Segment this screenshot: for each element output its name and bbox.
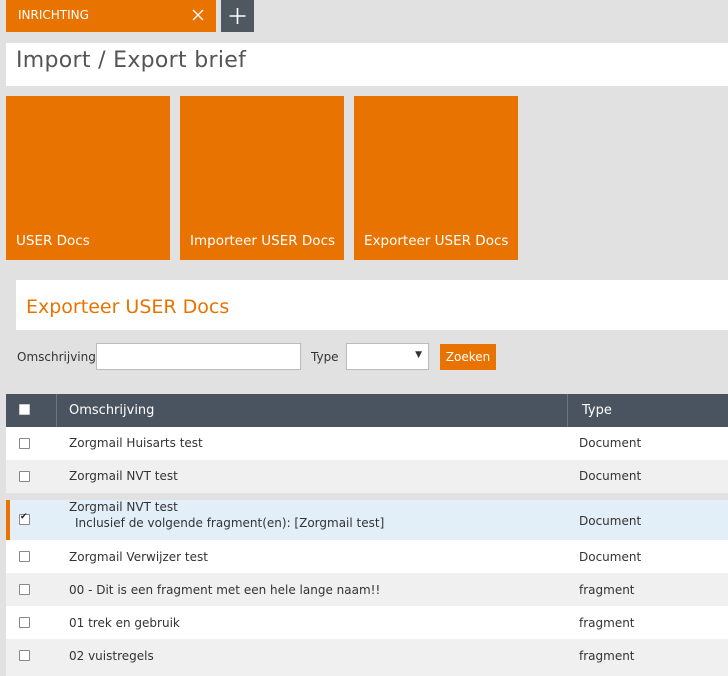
tab-inrichting[interactable]: INRICHTING bbox=[6, 0, 216, 32]
chevron-down-icon: ▼ bbox=[415, 350, 422, 360]
row-checkbox-checked[interactable] bbox=[19, 512, 30, 525]
tile-importeer-user-docs[interactable]: Importeer USER Docs bbox=[180, 96, 344, 260]
row-omschrijving: Zorgmail Huisarts test bbox=[69, 436, 203, 450]
select-all-checkbox[interactable] bbox=[19, 404, 30, 415]
tile-label: Exporteer USER Docs bbox=[364, 233, 509, 249]
row-type: fragment bbox=[579, 583, 635, 597]
row-type: Document bbox=[579, 550, 642, 564]
row-checkbox[interactable] bbox=[19, 584, 30, 595]
header-omschrijving[interactable]: Omschrijving bbox=[58, 394, 568, 427]
type-select[interactable]: ▼ bbox=[346, 343, 429, 370]
page-title: Import / Export brief bbox=[16, 48, 247, 73]
table-row-selected[interactable]: Zorgmail NVT test Inclusief de volgende … bbox=[6, 500, 728, 540]
tab-label: INRICHTING bbox=[18, 8, 89, 22]
tab-bar: INRICHTING bbox=[0, 0, 728, 32]
table-row[interactable]: 01 trek en gebruik fragment bbox=[6, 606, 728, 639]
row-detail: Inclusief de volgende fragment(en): [Zor… bbox=[75, 516, 385, 530]
search-button[interactable]: Zoeken bbox=[440, 344, 496, 370]
tile-user-docs[interactable]: USER Docs bbox=[6, 96, 170, 260]
section-header: Exporteer USER Docs bbox=[16, 280, 728, 330]
row-omschrijving: Zorgmail Verwijzer test bbox=[69, 550, 208, 564]
row-checkbox[interactable] bbox=[19, 617, 30, 628]
row-omschrijving: 00 - Dit is een fragment met een hele la… bbox=[69, 583, 381, 597]
row-type: fragment bbox=[579, 649, 635, 663]
section-title: Exporteer USER Docs bbox=[26, 296, 230, 318]
table-row[interactable]: Zorgmail Huisarts test Document bbox=[6, 427, 728, 460]
omschrijving-label: Omschrijving bbox=[17, 350, 96, 364]
row-type: fragment bbox=[579, 616, 635, 630]
type-label: Type bbox=[311, 350, 339, 364]
close-icon[interactable] bbox=[188, 5, 208, 25]
row-omschrijving: 01 trek en gebruik bbox=[69, 616, 180, 630]
row-omschrijving: Zorgmail NVT test bbox=[69, 500, 178, 514]
row-type: Document bbox=[579, 436, 642, 450]
row-type: Document bbox=[579, 469, 642, 483]
header-checkbox-cell bbox=[6, 394, 57, 427]
table-header: Omschrijving Type bbox=[6, 394, 728, 427]
row-omschrijving: Zorgmail NVT test bbox=[69, 469, 178, 483]
row-type: Document bbox=[579, 514, 642, 528]
table-row[interactable]: 02 vuistregels fragment bbox=[6, 639, 728, 676]
row-checkbox[interactable] bbox=[19, 650, 30, 661]
add-tab-button[interactable] bbox=[221, 0, 254, 32]
omschrijving-input[interactable] bbox=[96, 343, 301, 370]
header-type[interactable]: Type bbox=[569, 394, 728, 427]
plus-icon bbox=[229, 8, 246, 24]
table-row[interactable]: 00 - Dit is een fragment met een hele la… bbox=[6, 573, 728, 606]
tile-label: Importeer USER Docs bbox=[190, 233, 336, 249]
selected-row-marker bbox=[6, 500, 10, 540]
tile-exporteer-user-docs[interactable]: Exporteer USER Docs bbox=[354, 96, 518, 260]
tile-label: USER Docs bbox=[16, 233, 90, 249]
row-omschrijving: 02 vuistregels bbox=[69, 649, 154, 663]
table-row[interactable]: Zorgmail Verwijzer test Document bbox=[6, 540, 728, 573]
results-table: Omschrijving Type Zorgmail Huisarts test… bbox=[6, 394, 728, 676]
row-checkbox[interactable] bbox=[19, 471, 30, 482]
table-row[interactable]: Zorgmail NVT test Document bbox=[6, 460, 728, 493]
page-title-bar: Import / Export brief bbox=[6, 43, 728, 86]
row-checkbox[interactable] bbox=[19, 551, 30, 562]
row-checkbox[interactable] bbox=[19, 438, 30, 449]
